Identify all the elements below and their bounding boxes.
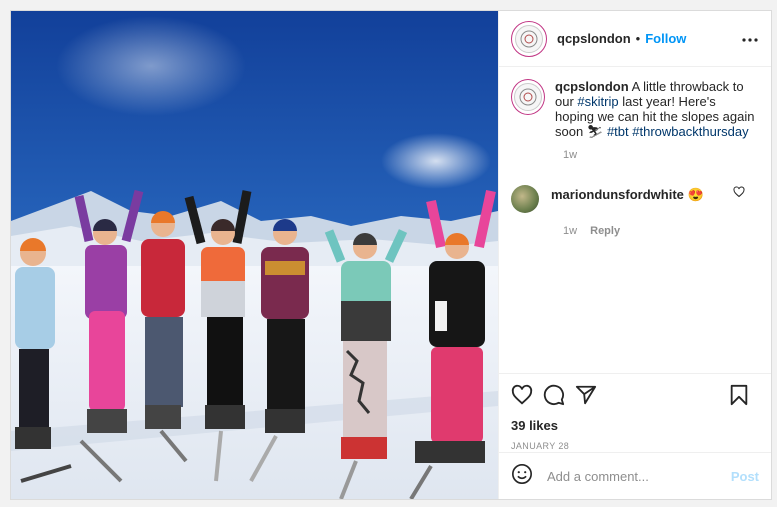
reply-button[interactable]: Reply (590, 225, 620, 237)
add-comment-bar: Post (499, 452, 771, 499)
skier-emoji: ⛷ (586, 124, 604, 139)
hashtag-throwbackthursday[interactable]: #throwbackthursday (632, 124, 748, 139)
comments-section: qcpslondon A little throwback to our #sk… (499, 67, 771, 373)
follow-button[interactable]: Follow (645, 31, 686, 46)
post-caption: qcpslondon A little throwback to our #sk… (555, 79, 757, 139)
comment-timestamp[interactable]: 1w (563, 225, 577, 237)
post-photo[interactable] (11, 11, 498, 499)
likes-count[interactable]: 39 likes (511, 418, 759, 433)
share-icon[interactable] (575, 384, 597, 411)
school-crest-icon (514, 83, 542, 111)
caption-username[interactable]: qcpslondon (555, 79, 629, 94)
caption-avatar[interactable] (511, 79, 545, 115)
commenter-username[interactable]: mariondunsfordwhite (551, 187, 684, 202)
instagram-post-modal: qcpslondon • Follow qcpslondon A little … (10, 10, 772, 500)
caption-timestamp[interactable]: 1w (563, 149, 757, 161)
comment-like-icon[interactable] (733, 185, 745, 203)
hashtag-tbt[interactable]: #tbt (607, 124, 629, 139)
post-actions: 39 likes JANUARY 28 (499, 373, 771, 452)
post-side-panel: qcpslondon • Follow qcpslondon A little … (498, 11, 771, 499)
school-crest-icon (515, 24, 543, 53)
bookmark-icon[interactable] (729, 384, 749, 411)
emoji-icon[interactable] (511, 463, 533, 490)
comment-icon[interactable] (543, 384, 565, 411)
post-header: qcpslondon • Follow (499, 11, 771, 67)
comment-input[interactable] (545, 467, 731, 485)
heart-icon[interactable] (511, 384, 533, 411)
post-username[interactable]: qcpslondon (557, 31, 631, 46)
comment-meta: 1w Reply (563, 225, 757, 237)
comment-item: mariondunsfordwhite 😍 1w Reply (511, 185, 757, 237)
commenter-avatar[interactable] (511, 185, 539, 213)
post-comment-button[interactable]: Post (731, 469, 759, 484)
hashtag-skitrip[interactable]: #skitrip (577, 94, 618, 109)
caption-row: qcpslondon A little throwback to our #sk… (511, 79, 757, 139)
ski-group-photo (11, 11, 498, 499)
profile-avatar[interactable] (511, 20, 547, 57)
separator-dot: • (635, 31, 641, 46)
more-options-icon[interactable] (741, 30, 759, 48)
post-date: JANUARY 28 (511, 441, 570, 451)
heart-eyes-emoji: 😍 (687, 187, 704, 202)
